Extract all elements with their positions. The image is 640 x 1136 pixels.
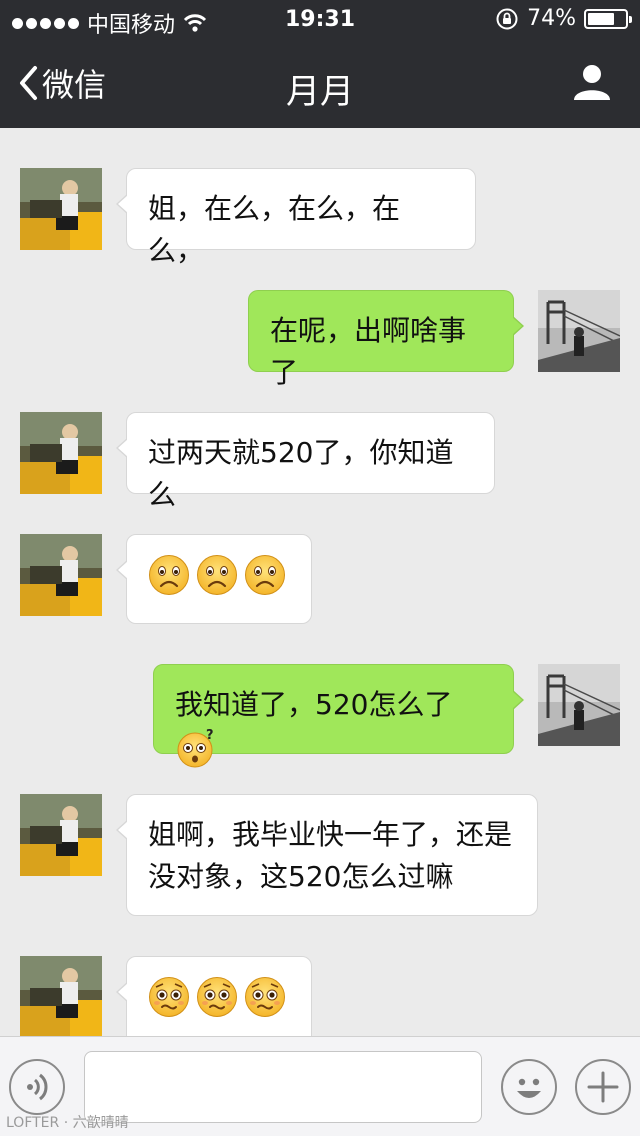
message-text: 我知道了，520怎么了 (175, 688, 453, 721)
person-icon (574, 65, 610, 100)
contact-avatar[interactable] (20, 794, 102, 876)
outgoing-message-bubble[interactable]: 我知道了，520怎么了 ? (153, 664, 524, 768)
sad-face-icon (245, 555, 285, 595)
plus-icon (587, 1071, 619, 1103)
more-options-button[interactable] (575, 1059, 631, 1115)
outgoing-message-bubble[interactable]: 在呢，出啊啥事了 (248, 290, 524, 389)
message-text: 过两天就520了，你知道么 (148, 436, 454, 511)
contact-avatar[interactable] (20, 534, 102, 616)
chat-title: 月月 (286, 72, 354, 112)
incoming-message-bubble[interactable]: 姐，在么，在么，在么， (116, 168, 476, 267)
my-avatar[interactable] (538, 664, 620, 746)
smile-icon (517, 1078, 541, 1098)
incoming-message-bubble[interactable]: 姐啊，我毕业快一年了，还是 没对象，这520怎么过嘛 (116, 794, 538, 916)
rotation-lock-icon (496, 8, 518, 29)
message-input[interactable] (84, 1051, 482, 1123)
navigation-bar: 微信 月月 (0, 40, 640, 128)
contact-avatar[interactable] (20, 956, 102, 1036)
voice-icon (27, 1073, 48, 1101)
my-avatar[interactable] (538, 290, 620, 372)
input-bar: LOFTER · 六歆晴晴 (0, 1036, 640, 1136)
message-text-line: 没对象，这520怎么过嘛 (148, 860, 454, 893)
pleading-face-icon (245, 977, 285, 1017)
incoming-message-bubble[interactable] (116, 534, 312, 624)
status-bar: 中国移动 19:31 74% (0, 0, 640, 40)
incoming-message-bubble[interactable]: 过两天就520了，你知道么 (116, 412, 495, 511)
pleading-face-icon (149, 977, 189, 1017)
emoji-row (148, 976, 290, 1018)
emoji-button[interactable] (501, 1059, 557, 1115)
top-bar: 中国移动 19:31 74% 微信 月月 (0, 0, 640, 128)
sad-face-icon (149, 555, 189, 595)
sad-face-icon (197, 555, 237, 595)
contact-profile-button[interactable] (572, 62, 612, 106)
emoji-row (148, 554, 290, 596)
pleading-face-icon (197, 977, 237, 1017)
battery-percentage: 74% (527, 6, 576, 31)
incoming-message-bubble[interactable] (116, 956, 312, 1036)
message-text: 姐，在么，在么，在么， (148, 192, 401, 267)
battery-icon (584, 8, 632, 29)
chat-area[interactable]: 姐，在么，在么，在么， 在呢，出啊啥事了 过两天就520了，你知道么 我知道了，… (0, 128, 640, 1036)
contact-avatar[interactable] (20, 412, 102, 494)
message-text: 在呢，出啊啥事了 (270, 314, 467, 389)
message-text-line: 姐啊，我毕业快一年了，还是 (148, 818, 513, 851)
svg-text:?: ? (206, 728, 214, 743)
voice-input-button[interactable] (9, 1059, 65, 1115)
status-right: 74% (495, 6, 632, 31)
watermark: LOFTER · 六歆晴晴 (6, 1115, 129, 1131)
confused-face-icon: ? (177, 728, 214, 768)
contact-avatar[interactable] (20, 168, 102, 250)
